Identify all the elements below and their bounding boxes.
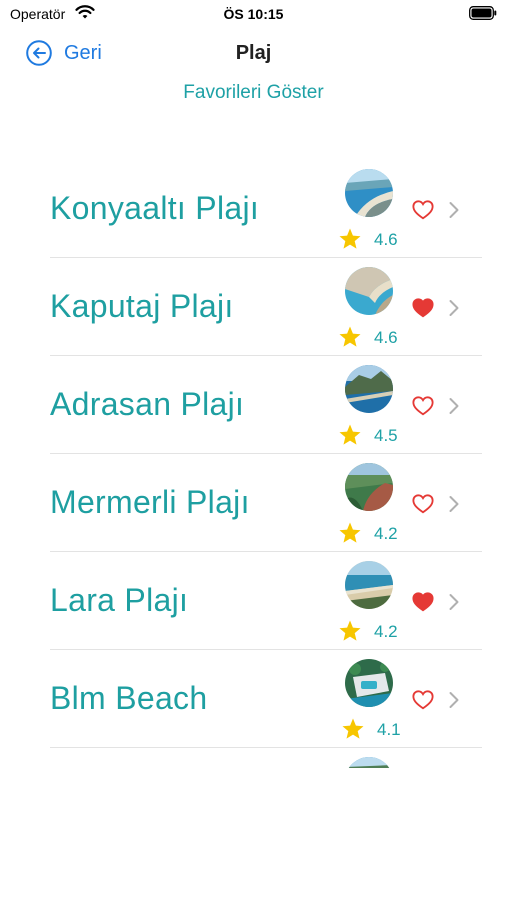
beach-photo [345, 267, 393, 315]
list-item[interactable]: Mermerli Plajı 4.2 [50, 454, 482, 552]
list-item[interactable]: Lara Plajı 4.2 [50, 552, 482, 650]
navigation-bar: Geri Plaj [0, 30, 507, 74]
list-item[interactable]: Konyaaltı Plajı 4.6 [50, 160, 482, 258]
beach-photo [345, 365, 393, 413]
beach-list: Konyaaltı Plajı 4.6 Kaputaj Plajı 4.6 Ad… [50, 160, 482, 768]
beach-name: Lara Plajı [50, 582, 189, 618]
heart-filled-icon[interactable] [412, 591, 434, 613]
beach-name: Kaputaj Plajı [50, 288, 234, 324]
chevron-right-icon [449, 202, 459, 218]
star-icon [339, 326, 361, 347]
rating-value: 4.2 [374, 524, 398, 543]
rating-value: 4.6 [374, 230, 398, 249]
beach-photo [345, 757, 393, 768]
heart-filled-icon[interactable] [412, 297, 434, 319]
status-bar: Operatör ÖS 10:15 [0, 0, 507, 28]
chevron-right-icon [449, 300, 459, 316]
beach-photo [345, 463, 393, 511]
beach-photo [345, 659, 393, 707]
rating-value: 4.2 [374, 622, 398, 641]
page-title: Plaj [235, 42, 272, 64]
rating-value: 4.5 [374, 426, 398, 445]
rating-value: 4.1 [377, 720, 401, 739]
star-icon [339, 424, 361, 445]
beach-name: Adrasan Plajı [50, 386, 245, 422]
star-icon [339, 228, 361, 249]
star-icon [339, 620, 361, 641]
battery-icon [469, 6, 497, 20]
heart-outline-icon[interactable] [412, 689, 434, 711]
chevron-right-icon [449, 594, 459, 610]
heart-outline-icon[interactable] [412, 395, 434, 417]
heart-outline-icon[interactable] [412, 199, 434, 221]
list-item[interactable]: Kaputaj Plajı 4.6 [50, 258, 482, 356]
beach-name: Mermerli Plajı [50, 484, 250, 520]
chevron-right-icon [449, 496, 459, 512]
show-favorites-button[interactable]: Favorileri Göster [0, 82, 507, 104]
star-icon [342, 718, 364, 739]
list-item[interactable]: Blm Beach 4.1 [50, 650, 482, 748]
clock: ÖS 10:15 [223, 6, 284, 22]
beach-photo [345, 561, 393, 609]
star-icon [339, 522, 361, 543]
beach-name: Konyaaltı Plajı [50, 190, 260, 226]
list-item[interactable]: Adrasan Plajı 4.5 [50, 356, 482, 454]
chevron-right-icon [449, 692, 459, 708]
beach-photo [345, 169, 393, 217]
rating-value: 4.6 [374, 328, 398, 347]
chevron-right-icon [449, 398, 459, 414]
heart-outline-icon[interactable] [412, 493, 434, 515]
list-item[interactable] [50, 748, 482, 768]
beach-name: Blm Beach [50, 680, 208, 716]
